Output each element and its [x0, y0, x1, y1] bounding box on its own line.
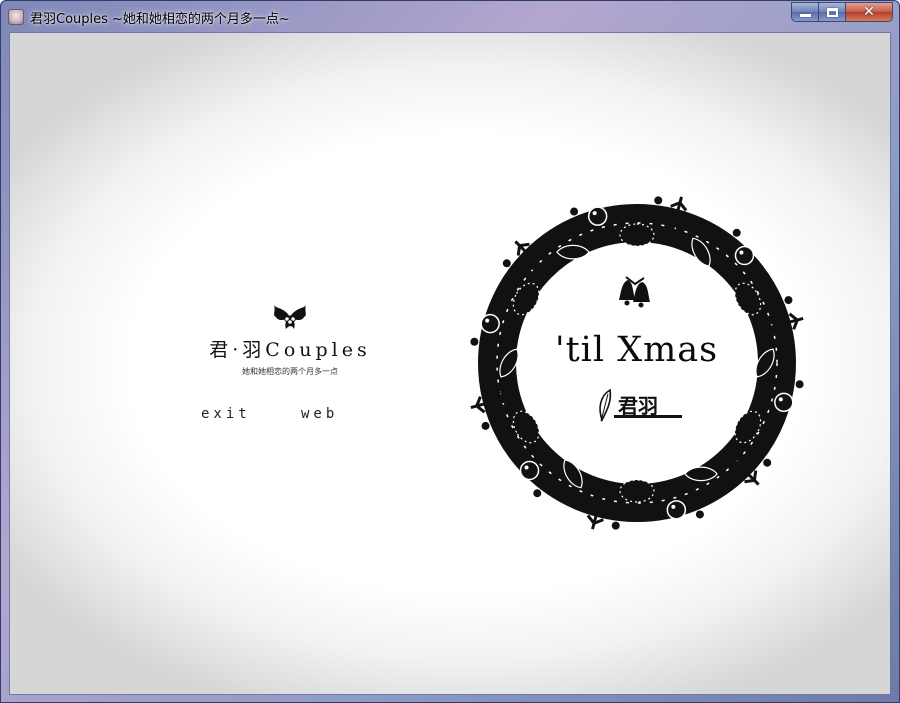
- app-window: 君羽Couples ~她和她相恋的两个月多一点~ ✕ 君·羽Couples 她和…: [0, 0, 900, 703]
- wreath-small-berry: [654, 196, 663, 205]
- exit-link[interactable]: exit: [201, 406, 251, 422]
- wreath-small-berry: [763, 458, 772, 467]
- wreath-small-berry: [611, 521, 620, 530]
- wreath-pinecone: [619, 223, 655, 247]
- bells-icon: [619, 276, 650, 308]
- wreath-small-berry: [481, 421, 490, 430]
- web-link[interactable]: web: [301, 406, 338, 422]
- wreath-small-berry: [533, 489, 542, 498]
- minimize-icon: [799, 13, 811, 17]
- close-icon: ✕: [863, 4, 875, 20]
- app-portrait-icon[interactable]: [8, 9, 24, 25]
- holly-icon: [274, 305, 306, 329]
- wreath-berry-shine: [592, 211, 597, 216]
- wreath-pinecone: [619, 479, 655, 503]
- wreath-berry: [774, 392, 794, 413]
- wreath-small-berry: [795, 380, 804, 389]
- wreath-berry-shine: [485, 318, 490, 323]
- wreath-small-berry: [570, 207, 579, 216]
- wreath-small-berry: [732, 228, 741, 237]
- game-canvas: 君·羽Couples 她和她相恋的两个月多一点 exit web 'til Xm…: [9, 32, 891, 695]
- wreath-berry-shine: [778, 397, 783, 402]
- game-logo: 君·羽Couples 她和她相恋的两个月多一点: [190, 303, 390, 377]
- wreath-berry: [480, 313, 500, 334]
- wreath-berry-shine: [671, 504, 676, 509]
- wreath-small-berry: [784, 296, 793, 305]
- til-xmas-text: 'til Xmas: [555, 330, 719, 370]
- wreath-berry-shine: [739, 250, 744, 255]
- feather-icon: [599, 388, 612, 423]
- wreath-small-berry: [695, 510, 704, 519]
- signature-block: 君羽: [596, 388, 686, 428]
- title-bar[interactable]: 君羽Couples ~她和她相恋的两个月多一点~ ✕: [1, 1, 899, 33]
- close-button[interactable]: ✕: [846, 2, 893, 22]
- maximize-icon: [826, 7, 838, 17]
- wreath-small-berry: [502, 259, 511, 268]
- signature-underline: [614, 415, 682, 418]
- window-controls: ✕: [791, 2, 893, 22]
- game-subtitle: 她和她相恋的两个月多一点: [242, 367, 338, 376]
- wreath-berry: [666, 500, 687, 520]
- wreath-berry: [734, 245, 755, 266]
- wreath-leaf: [684, 466, 718, 482]
- game-title: 君·羽Couples: [209, 339, 371, 361]
- wreath-leaf: [556, 244, 590, 260]
- wreath-berry: [519, 460, 540, 481]
- wreath-berry-shine: [524, 465, 529, 470]
- wreath-berry: [587, 206, 608, 226]
- minimize-button[interactable]: [791, 2, 819, 22]
- wreath-small-berry: [470, 337, 479, 346]
- window-title: 君羽Couples ~她和她相恋的两个月多一点~: [30, 12, 290, 27]
- maximize-button[interactable]: [819, 2, 846, 22]
